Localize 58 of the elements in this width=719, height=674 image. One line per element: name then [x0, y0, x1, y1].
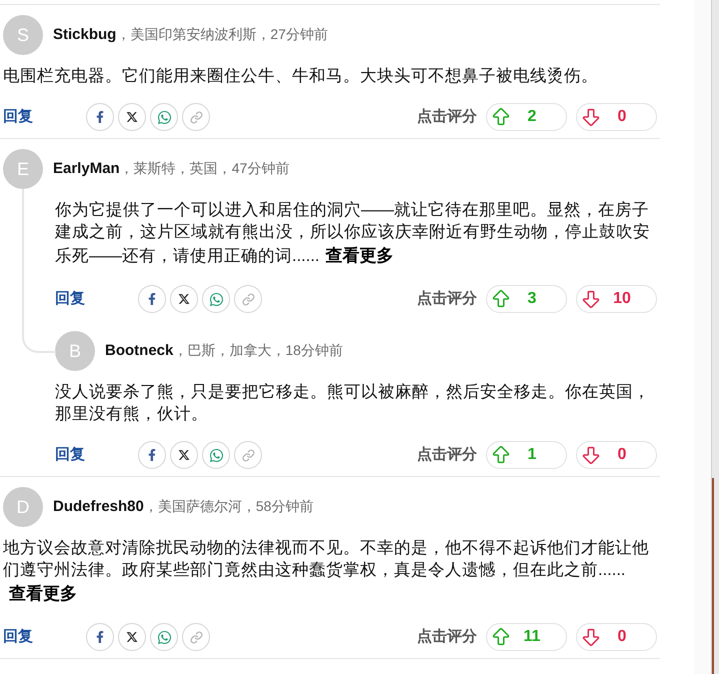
rate-label: 点击评分 [417, 444, 477, 465]
arrow-down-icon [580, 444, 602, 466]
author-name[interactable]: Bootneck [105, 340, 174, 362]
comment-meta: ，巴斯，加拿大，18分钟前 [173, 340, 343, 360]
facebook-icon [94, 631, 106, 643]
read-more-link[interactable]: 查看更多 [326, 243, 394, 269]
x-share-button[interactable] [118, 623, 146, 651]
comment-meta: ，美国印第安纳波利斯，27分钟前 [116, 24, 328, 44]
reply-link[interactable]: 回复 [55, 288, 85, 310]
link-icon [242, 292, 254, 306]
x-logo-icon [126, 111, 138, 123]
arrow-down-icon [580, 626, 602, 648]
arrow-up-icon [490, 444, 512, 466]
facebook-share-button[interactable] [86, 623, 114, 651]
downvote-button[interactable]: 0 [576, 441, 657, 469]
arrow-down-icon [580, 106, 602, 128]
author-name[interactable]: EarlyMan [53, 158, 120, 180]
arrow-up-icon [490, 106, 512, 128]
x-share-button[interactable] [170, 285, 198, 313]
comment-meta: ，美国萨德尔河，58分钟前 [144, 496, 314, 516]
reply-link[interactable]: 回复 [3, 626, 33, 648]
x-logo-icon [178, 293, 190, 305]
facebook-icon [94, 111, 106, 123]
arrow-down-icon [580, 288, 602, 310]
x-logo-icon [178, 449, 190, 461]
facebook-icon [146, 449, 158, 461]
link-icon [190, 110, 202, 124]
x-share-button[interactable] [118, 103, 146, 131]
reply-link[interactable]: 回复 [3, 106, 33, 128]
whatsapp-icon [156, 630, 172, 644]
facebook-share-button[interactable] [138, 285, 166, 313]
comment-text: 没人说要杀了熊，只是要把它移走。熊可以被麻醉，然后安全移走。你在英国，那里没有熊，伙计。 [55, 382, 651, 425]
arrow-up-icon [490, 288, 512, 310]
rate-label: 点击评分 [417, 106, 477, 127]
x-share-button[interactable] [170, 441, 198, 469]
x-logo-icon [126, 631, 138, 643]
read-more-link[interactable]: 查看更多 [9, 581, 77, 607]
author-name[interactable]: Stickbug [53, 24, 116, 46]
whatsapp-icon [156, 110, 172, 124]
downvote-button[interactable]: 0 [576, 103, 657, 131]
downvote-button[interactable]: 0 [576, 623, 657, 651]
facebook-share-button[interactable] [138, 441, 166, 469]
author-name[interactable]: Dudefresh80 [53, 496, 144, 518]
rate-label: 点击评分 [417, 626, 477, 647]
comment-text: 你为它提供了一个可以进入和居住的洞穴——就让它待在那里吧。显然，在房子建成之前，这片区域就有熊出没，所以你应该庆幸附近有野生动物，停止鼓吹安乐死——还有，请使用正确的词...... 查看更多 [55, 199, 657, 269]
link-icon [242, 448, 254, 462]
reply-link[interactable]: 回复 [55, 444, 85, 466]
comment-meta: ，莱斯特，英国，47分钟前 [120, 158, 290, 178]
downvote-button[interactable]: 10 [576, 285, 657, 313]
comment-text: 地方议会故意对清除扰民动物的法律视而不见。不幸的是，他不得不起诉他们才能让他们遵守州法律。政府某些部门竟然由这种蠢货掌权，真是令人遗憾，但在此之前...... 查看更多 [3, 537, 657, 607]
arrow-up-icon [490, 626, 512, 648]
facebook-icon [146, 293, 158, 305]
whatsapp-icon [208, 292, 224, 306]
comment-text: 电围栏充电器。它们能用来圈住公牛、牛和马。大块头可不想鼻子被电线烫伤。 [3, 66, 599, 87]
whatsapp-icon [208, 448, 224, 462]
facebook-share-button[interactable] [86, 103, 114, 131]
link-icon [190, 630, 202, 644]
rate-label: 点击评分 [417, 288, 477, 309]
